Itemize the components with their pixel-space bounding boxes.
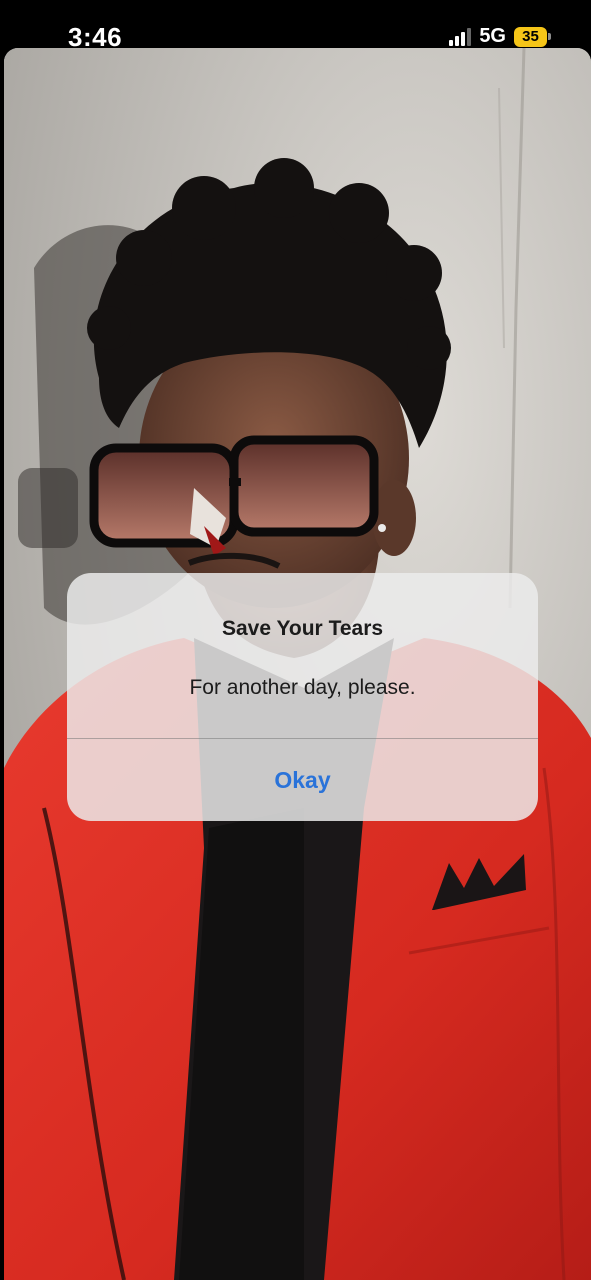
status-indicators: 5G 35 [449, 25, 551, 48]
battery-level: 35 [514, 26, 547, 47]
status-bar: 3:46 5G 35 [0, 0, 591, 52]
alert-title: Save Your Tears [221, 617, 384, 640]
battery-icon: 35 [514, 26, 551, 47]
alert-dialog: Save Your Tears For another day, please.… [67, 573, 538, 821]
okay-button[interactable]: Okay [67, 739, 538, 821]
cellular-signal-icon [449, 27, 472, 46]
alert-message: For another day, please. [189, 676, 416, 699]
phone-screen: 3:46 5G 35 Save Your Tears For another d… [0, 0, 591, 1280]
network-type-label: 5G [479, 25, 506, 47]
